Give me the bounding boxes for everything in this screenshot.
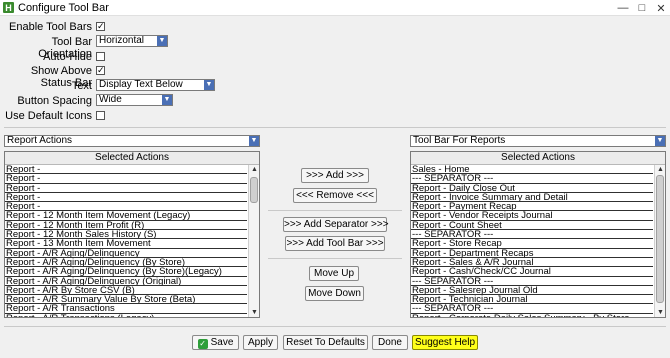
- list-item[interactable]: Report - Corporate Daily Sales Summary -…: [411, 314, 653, 317]
- divider: [268, 258, 402, 259]
- left-actions-list[interactable]: Selected Actions Report - Report - Report …: [4, 151, 260, 318]
- list-item[interactable]: Report - A/R By Store CSV (B): [5, 286, 247, 296]
- move-down-button[interactable]: Move Down: [305, 286, 364, 301]
- button-spacing-label: Button Spacing: [17, 95, 92, 107]
- button-spacing-value: Wide: [99, 94, 122, 105]
- text-select[interactable]: Display Text Below ▼: [96, 79, 215, 91]
- list-item[interactable]: Report - A/R Transactions (Legacy): [5, 314, 247, 317]
- list-item[interactable]: Report -: [5, 202, 247, 212]
- apply-button[interactable]: Apply: [243, 335, 278, 350]
- add-button[interactable]: >>> Add >>>: [301, 168, 369, 183]
- scroll-down-icon[interactable]: ▼: [249, 308, 259, 317]
- title-bar: H Configure Tool Bar — □ ✕: [0, 0, 670, 16]
- right-combo-value: Tool Bar For Reports: [413, 135, 506, 146]
- orientation-value: Horizontal: [99, 35, 145, 46]
- list-item[interactable]: Report -: [5, 184, 247, 193]
- list-item[interactable]: Report -: [5, 165, 247, 175]
- scroll-up-icon[interactable]: ▲: [655, 165, 665, 174]
- list-item[interactable]: Sales - Home: [411, 165, 653, 175]
- chevron-down-icon: ▼: [162, 95, 172, 105]
- list-item[interactable]: Report - Store Recap: [411, 239, 653, 249]
- list-item[interactable]: Report - A/R Aging/Delinquency: [5, 249, 247, 258]
- divider: [4, 127, 666, 128]
- list-item[interactable]: Report - Salesrep Journal Old: [411, 286, 653, 296]
- check-icon: ✓: [197, 339, 208, 349]
- scroll-down-icon[interactable]: ▼: [655, 308, 665, 317]
- left-list-body: Report - Report - Report - Report - Report -…: [5, 165, 247, 317]
- orientation-select[interactable]: Horizontal ▼: [96, 35, 168, 47]
- right-list-body: Sales - Home --- SEPARATOR --- Report - Da…: [411, 165, 653, 317]
- list-item[interactable]: Report -: [5, 174, 247, 184]
- list-item[interactable]: Report -: [5, 193, 247, 203]
- text-value: Display Text Below: [99, 79, 183, 90]
- list-item[interactable]: Report - A/R Aging/Delinquency (By Store…: [5, 258, 247, 268]
- list-item[interactable]: Report - A/R Transactions: [5, 304, 247, 314]
- remove-button[interactable]: <<< Remove <<<: [293, 188, 377, 203]
- button-spacing-select[interactable]: Wide ▼: [96, 94, 173, 106]
- list-item[interactable]: Report - Invoice Summary and Detail: [411, 193, 653, 203]
- list-item[interactable]: Report - 12 Month Sales History (S): [5, 230, 247, 240]
- list-item[interactable]: --- SEPARATOR ---: [411, 174, 653, 184]
- right-toolbar-combo[interactable]: Tool Bar For Reports ▼: [410, 135, 666, 147]
- list-item[interactable]: Report - A/R Aging/Delinquency (Original…: [5, 277, 247, 286]
- list-item[interactable]: Report - 12 Month Item Profit (R): [5, 221, 247, 231]
- scroll-thumb[interactable]: [656, 175, 664, 303]
- enable-tool-bars-checkbox[interactable]: ✓: [96, 22, 105, 31]
- chevron-down-icon: ▼: [655, 136, 665, 146]
- list-item[interactable]: Report - Sales & A/R Journal: [411, 258, 653, 268]
- app-icon: H: [3, 2, 14, 13]
- list-item[interactable]: Report - A/R Aging/Delinquency (By Store…: [5, 267, 247, 277]
- list-item[interactable]: Report - Vendor Receipts Journal: [411, 211, 653, 221]
- divider: [4, 326, 666, 327]
- chevron-down-icon: ▼: [249, 136, 259, 146]
- save-label: Save: [210, 337, 234, 348]
- add-tool-bar-button[interactable]: >>> Add Tool Bar >>>: [285, 236, 385, 251]
- list-item[interactable]: Report - Department Recaps: [411, 249, 653, 258]
- list-item[interactable]: --- SEPARATOR ---: [411, 230, 653, 240]
- list-item[interactable]: Report - Technician Journal: [411, 295, 653, 305]
- close-icon[interactable]: ✕: [652, 0, 670, 16]
- list-item[interactable]: --- SEPARATOR ---: [411, 304, 653, 314]
- use-default-icons-checkbox[interactable]: [96, 111, 105, 120]
- divider: [268, 210, 402, 211]
- right-scrollbar[interactable]: ▲ ▼: [654, 165, 665, 317]
- list-item[interactable]: Report - Payment Recap: [411, 202, 653, 212]
- scroll-thumb[interactable]: [250, 177, 258, 203]
- move-up-button[interactable]: Move Up: [309, 266, 359, 281]
- list-item[interactable]: --- SEPARATOR ---: [411, 277, 653, 286]
- use-default-icons-label: Use Default Icons: [5, 110, 92, 122]
- left-scrollbar[interactable]: ▲ ▼: [248, 165, 259, 317]
- list-item[interactable]: Report - Daily Close Out: [411, 184, 653, 193]
- chevron-down-icon: ▼: [157, 36, 167, 46]
- right-list-header: Selected Actions: [411, 152, 665, 165]
- left-list-header: Selected Actions: [5, 152, 259, 165]
- chevron-down-icon: ▼: [204, 80, 214, 90]
- right-actions-list[interactable]: Selected Actions Sales - Home --- SEPARAT…: [410, 151, 666, 318]
- auto-hide-checkbox[interactable]: [96, 52, 105, 61]
- left-combo-value: Report Actions: [7, 135, 73, 146]
- reset-to-defaults-button[interactable]: Reset To Defaults: [283, 335, 368, 350]
- enable-tool-bars-label: Enable Tool Bars: [9, 21, 92, 33]
- list-item[interactable]: Report - Count Sheet: [411, 221, 653, 231]
- scroll-up-icon[interactable]: ▲: [249, 165, 259, 174]
- save-button[interactable]: ✓ Save: [192, 335, 239, 350]
- list-item[interactable]: Report - A/R Summary Value By Store (Bet…: [5, 295, 247, 305]
- done-button[interactable]: Done: [372, 335, 408, 350]
- list-item[interactable]: Report - 13 Month Item Movement: [5, 239, 247, 249]
- suggest-help-button[interactable]: Suggest Help: [412, 335, 478, 350]
- minimize-icon[interactable]: —: [614, 0, 632, 16]
- add-separator-button[interactable]: >>> Add Separator >>>: [283, 217, 389, 232]
- list-item[interactable]: Report - Cash/Check/CC Journal: [411, 267, 653, 277]
- maximize-icon[interactable]: □: [633, 0, 651, 16]
- window-title: Configure Tool Bar: [18, 1, 109, 14]
- show-above-status-checkbox[interactable]: ✓: [96, 66, 105, 75]
- text-label: Text: [71, 80, 92, 92]
- list-item[interactable]: Report - 12 Month Item Movement (Legacy): [5, 211, 247, 221]
- auto-hide-label: Auto-Hide: [43, 51, 92, 63]
- left-actions-combo[interactable]: Report Actions ▼: [4, 135, 260, 147]
